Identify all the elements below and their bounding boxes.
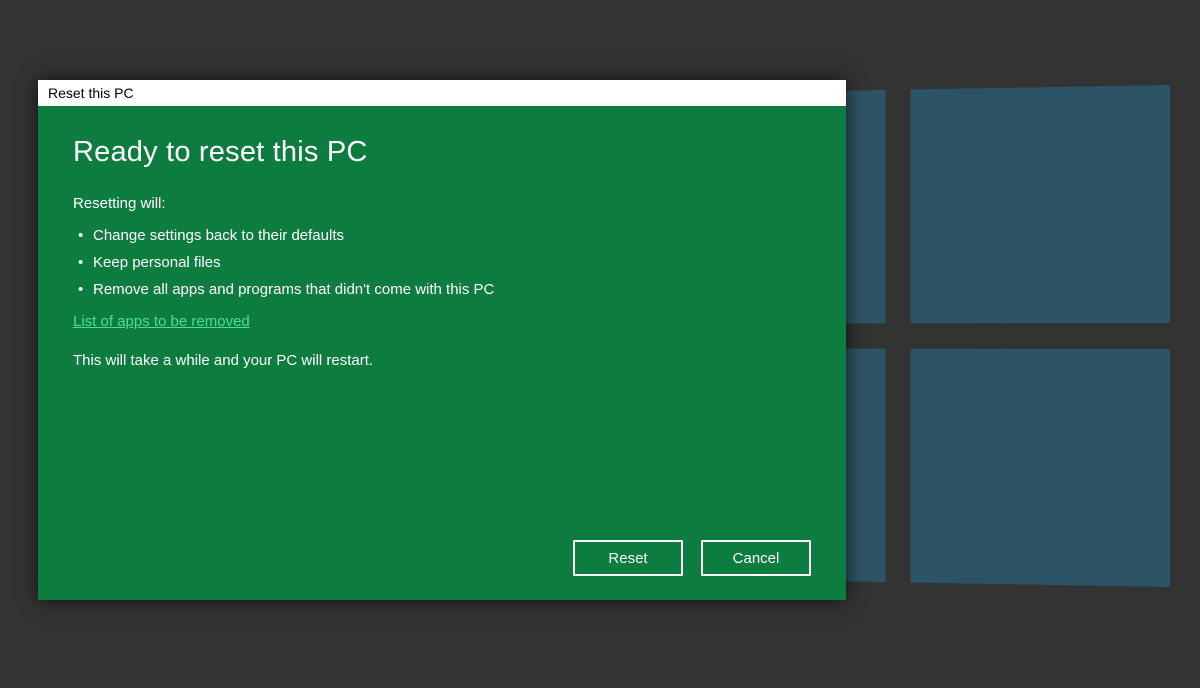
dialog-heading: Ready to reset this PC <box>73 136 811 169</box>
cancel-button[interactable]: Cancel <box>701 540 811 576</box>
dialog-title: Reset this PC <box>48 85 134 101</box>
reset-bullet-list: Change settings back to their defaults K… <box>73 222 811 303</box>
reset-bullet-item: Keep personal files <box>73 249 811 276</box>
restart-notice: This will take a while and your PC will … <box>73 352 811 369</box>
dialog-titlebar[interactable]: Reset this PC <box>38 80 846 106</box>
dialog-button-row: Reset Cancel <box>573 540 811 576</box>
windows-logo-pane <box>910 349 1170 587</box>
apps-to-remove-link[interactable]: List of apps to be removed <box>73 313 811 330</box>
resetting-label: Resetting will: <box>73 195 811 212</box>
windows-logo-pane <box>910 85 1170 323</box>
reset-bullet-item: Change settings back to their defaults <box>73 222 811 249</box>
reset-pc-dialog: Reset this PC Ready to reset this PC Res… <box>38 80 846 600</box>
dialog-body: Ready to reset this PC Resetting will: C… <box>38 106 846 600</box>
reset-bullet-item: Remove all apps and programs that didn't… <box>73 276 811 303</box>
reset-button[interactable]: Reset <box>573 540 683 576</box>
